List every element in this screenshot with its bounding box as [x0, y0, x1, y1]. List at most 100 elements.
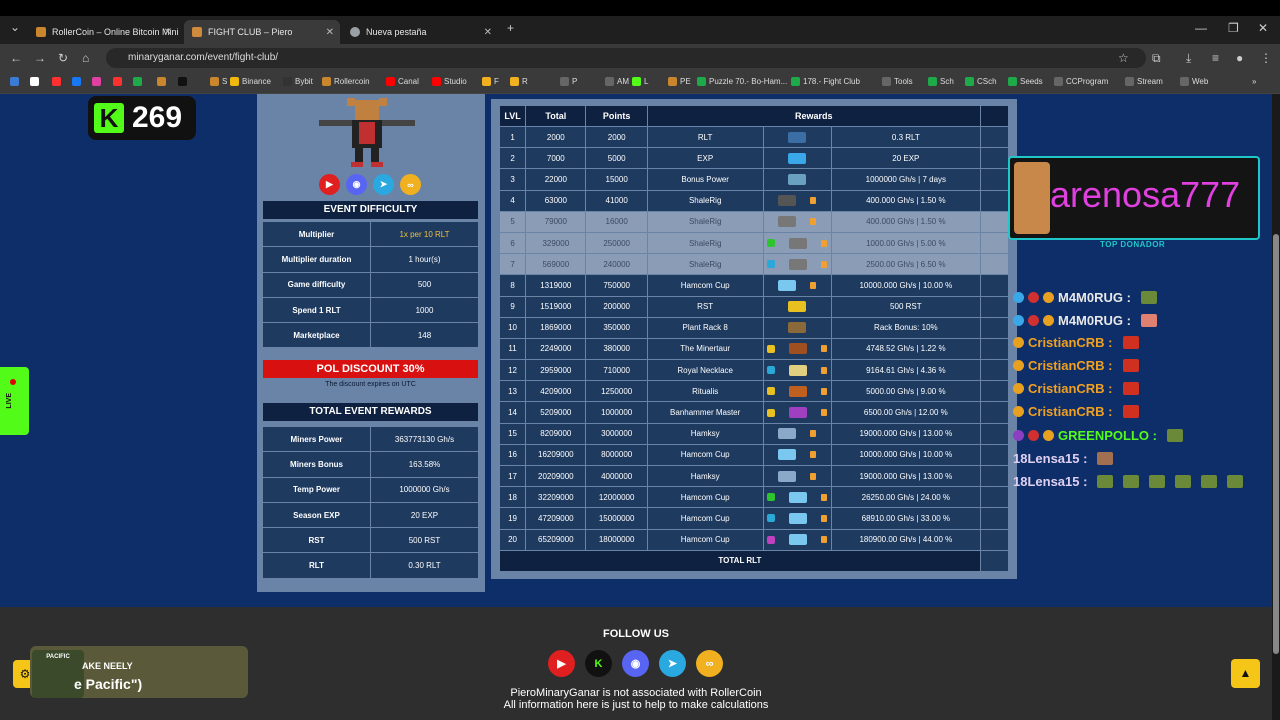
chat-emote-icon: [1201, 475, 1218, 488]
reward-icon-cell: [762, 231, 832, 255]
close-icon[interactable]: ✕: [164, 27, 172, 38]
reward-value: 10000.000 Gh/s | 10.00 %: [830, 443, 981, 467]
scrollbar-thumb[interactable]: [1273, 234, 1279, 654]
reward-item-icon: [778, 279, 797, 291]
bookmark-icon[interactable]: [157, 77, 166, 86]
menu-icon[interactable]: ⋮: [1260, 51, 1272, 65]
url-field[interactable]: minaryganar.com/event/fight-club/: [106, 48, 1146, 68]
bookmark-item[interactable]: Web: [1180, 77, 1208, 86]
reward-row: 11 2249000 380000 The Minertaur 4748.52 Gh/s…: [498, 337, 1010, 361]
chat-badge-icon: [1013, 383, 1024, 394]
bookmark-icon[interactable]: [10, 77, 19, 86]
bookmark-icon[interactable]: [133, 77, 142, 86]
link-icon[interactable]: ∞: [696, 650, 723, 677]
reward-total: 16209000: [525, 443, 587, 467]
reward-points: 2000: [585, 125, 648, 149]
reward-value: 5000.00 Gh/s | 9.00 %: [830, 380, 981, 403]
telegram-icon[interactable]: ➤: [659, 650, 686, 677]
kick-icon[interactable]: K: [585, 650, 612, 677]
bookmark-label: Web: [1192, 77, 1209, 86]
bookmark-icon[interactable]: [52, 77, 61, 86]
bookmark-item[interactable]: Rollercoin: [322, 77, 370, 86]
bookmark-item[interactable]: Puzzle 70.- Bo-Ham...: [697, 77, 787, 86]
bookmark-favicon-icon: [1008, 77, 1017, 86]
bookmark-icon[interactable]: [30, 77, 39, 86]
bookmark-item[interactable]: PE: [668, 77, 691, 86]
chat-badge-icon: [1043, 315, 1054, 326]
bookmark-label: F: [494, 77, 499, 86]
bookmark-icon[interactable]: [92, 77, 101, 86]
bookmark-item[interactable]: R: [510, 77, 528, 86]
reward-icon-cell: [762, 316, 832, 339]
reward-extra: [979, 147, 1010, 170]
rarity-tag-icon: [767, 260, 776, 269]
bookmark-item[interactable]: Bybit: [283, 77, 313, 86]
reward-value: 26250.00 Gh/s | 24.00 %: [830, 486, 981, 509]
scroll-to-top-button[interactable]: ▲: [1231, 659, 1260, 688]
new-tab-icon[interactable]: +: [507, 21, 514, 35]
chat-message: 18Lensa15 :: [1013, 451, 1114, 466]
lock-icon: [810, 472, 817, 480]
reward-value: 2500.00 Gh/s | 6.50 %: [830, 253, 981, 276]
forward-icon[interactable]: →: [34, 51, 46, 65]
bookmark-item[interactable]: Sch: [928, 77, 954, 86]
bookmark-label: Stream: [1137, 77, 1163, 86]
bookmark-item[interactable]: Seeds: [1008, 77, 1043, 86]
chat-emote-icon: [1140, 291, 1157, 304]
discord-icon[interactable]: ◉: [346, 174, 367, 195]
live-tab[interactable]: LIVE: [0, 367, 29, 435]
close-icon[interactable]: ✕: [484, 27, 492, 38]
bookmark-favicon-icon: [1125, 77, 1134, 86]
bookmark-item[interactable]: CSch: [965, 77, 997, 86]
bookmark-icon[interactable]: [72, 77, 81, 86]
reward-item-icon: [789, 491, 808, 503]
more-bookmarks-icon[interactable]: »: [1252, 77, 1256, 86]
discord-icon[interactable]: ◉: [622, 650, 649, 677]
chat-badge-icon: [1043, 292, 1054, 303]
bookmark-item[interactable]: L: [632, 77, 648, 86]
bookmark-item[interactable]: P: [560, 77, 577, 86]
kv-row: Season EXP 20 EXP: [263, 502, 478, 529]
bookmark-item[interactable]: CCProgram: [1054, 77, 1108, 86]
extensions-icon[interactable]: ⧉: [1152, 51, 1161, 66]
telegram-icon[interactable]: ➤: [373, 174, 394, 195]
download-icon[interactable]: ⤓: [1186, 51, 1191, 66]
window-close-icon[interactable]: ✕: [1258, 21, 1268, 35]
bookmark-icon[interactable]: [178, 77, 187, 86]
bookmark-favicon-icon: [482, 77, 491, 86]
bookmark-item[interactable]: Studio: [432, 77, 467, 86]
chat-username: 18Lensa15 :: [1013, 474, 1088, 489]
kv-key: Multiplier: [263, 222, 371, 247]
bookmark-icon[interactable]: [113, 77, 122, 86]
bookmark-item[interactable]: AM: [605, 77, 629, 86]
chat-message: CristianCRB :: [1013, 381, 1139, 396]
page-scrollbar[interactable]: [1272, 94, 1280, 720]
tab-search-icon[interactable]: ⌄: [10, 20, 20, 34]
home-icon[interactable]: ⌂: [82, 51, 89, 65]
tab-fight-club[interactable]: FIGHT CLUB – Piero ✕: [184, 20, 340, 44]
youtube-icon[interactable]: ▶: [548, 650, 575, 677]
close-icon[interactable]: ✕: [326, 27, 334, 38]
reload-icon[interactable]: ↻: [58, 51, 68, 65]
bookmark-item[interactable]: S: [210, 77, 227, 86]
bookmark-item[interactable]: 178.- Fight Club: [791, 77, 860, 86]
bookmark-item[interactable]: Binance: [230, 77, 271, 86]
bookmark-item[interactable]: Stream: [1125, 77, 1163, 86]
kv-row: RLT 0.30 RLT: [263, 553, 478, 579]
profile-icon[interactable]: ●: [1236, 51, 1243, 65]
bookmark-item[interactable]: F: [482, 77, 499, 86]
bookmark-favicon-icon: [72, 77, 81, 86]
youtube-icon[interactable]: ▶: [319, 174, 340, 195]
minimize-icon[interactable]: —: [1195, 21, 1207, 35]
tab-new[interactable]: Nueva pestaña ✕: [342, 20, 498, 44]
restore-icon[interactable]: ❐: [1228, 21, 1239, 35]
reward-value: 1000.00 Gh/s | 5.00 %: [830, 231, 981, 255]
tab-rollercoin[interactable]: RollerCoin – Online Bitcoin Mining ✕: [28, 20, 178, 44]
link-icon[interactable]: ∞: [400, 174, 421, 195]
bookmark-item[interactable]: Canal: [386, 77, 419, 86]
back-icon[interactable]: ←: [10, 51, 22, 65]
bookmark-star-icon[interactable]: ☆: [1118, 51, 1129, 65]
browser-tab-bar: ⌄ RollerCoin – Online Bitcoin Mining ✕ F…: [0, 16, 1280, 44]
playlist-icon[interactable]: ≡: [1212, 51, 1219, 65]
bookmark-item[interactable]: Tools: [882, 77, 913, 86]
